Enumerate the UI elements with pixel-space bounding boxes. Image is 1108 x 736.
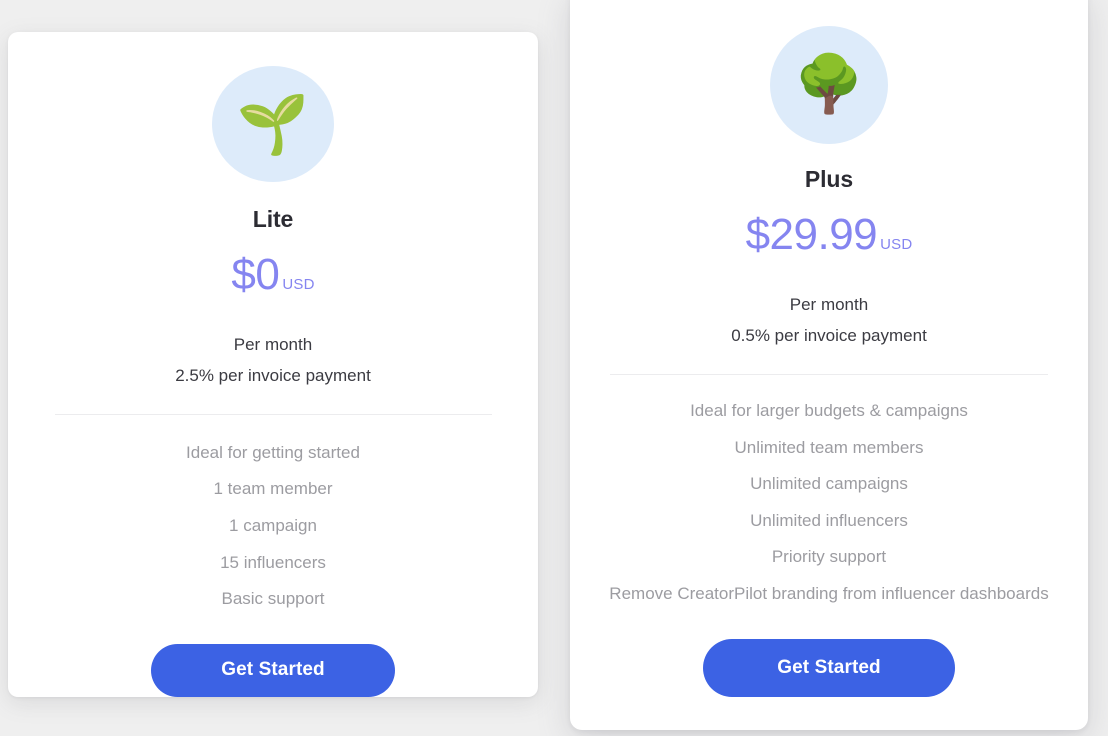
card-divider-plus <box>610 373 1048 375</box>
plan-name-plus: Plus <box>804 166 854 192</box>
billing-fee-lite: 2.5% per invoice payment <box>175 366 371 386</box>
billing-fee-plus: 0.5% per invoice payment <box>731 326 927 346</box>
card-divider-lite <box>54 413 492 415</box>
plan-icon-badge: 🌳 <box>770 26 888 144</box>
price-row-lite: $0 USD <box>231 249 315 299</box>
feature-item: Remove CreatorPilot branding from influe… <box>609 584 1049 604</box>
feature-item: Priority support <box>771 547 887 567</box>
price-amount-plus: $29.99 <box>745 210 878 259</box>
billing-block-plus: Per month 0.5% per invoice payment <box>731 289 927 352</box>
price-amount-lite: $0 <box>231 249 280 299</box>
price-currency-plus: USD <box>880 236 913 253</box>
billing-period-lite: Per month <box>233 334 313 354</box>
pricing-card-lite[interactable]: 🌱 Lite $0 USD Per month 2.5% per invoice… <box>8 32 538 697</box>
plan-name-lite: Lite <box>252 205 294 232</box>
feature-list-plus: Ideal for larger budgets & campaigns Unl… <box>609 393 1048 613</box>
feature-item: 1 team member <box>213 479 333 499</box>
price-row-plus: $29.99 USD <box>746 213 913 257</box>
tree-icon: 🌳 <box>794 52 864 117</box>
feature-item: 15 influencers <box>220 552 326 572</box>
seedling-icon: 🌱 <box>236 89 310 158</box>
pricing-card-plus[interactable]: 🌳 Plus $29.99 USD Per month 0.5% per inv… <box>570 0 1088 730</box>
get-started-button-lite[interactable]: Get Started <box>151 643 395 697</box>
price-currency-lite: USD <box>282 275 315 293</box>
plan-icon-badge: 🌱 <box>212 66 334 182</box>
feature-item: Unlimited influencers <box>750 510 908 530</box>
feature-list-lite: Ideal for getting started 1 team member … <box>186 435 360 618</box>
feature-item: Unlimited team members <box>734 437 924 457</box>
feature-item: Ideal for getting started <box>186 442 360 462</box>
feature-item: Unlimited campaigns <box>750 474 908 494</box>
feature-item: Ideal for larger budgets & campaigns <box>690 400 968 420</box>
feature-item: Basic support <box>221 589 325 609</box>
feature-item: 1 campaign <box>229 515 317 535</box>
billing-block-lite: Per month 2.5% per invoice payment <box>175 329 371 392</box>
billing-period-plus: Per month <box>789 295 869 314</box>
get-started-button-plus[interactable]: Get Started <box>703 638 955 697</box>
